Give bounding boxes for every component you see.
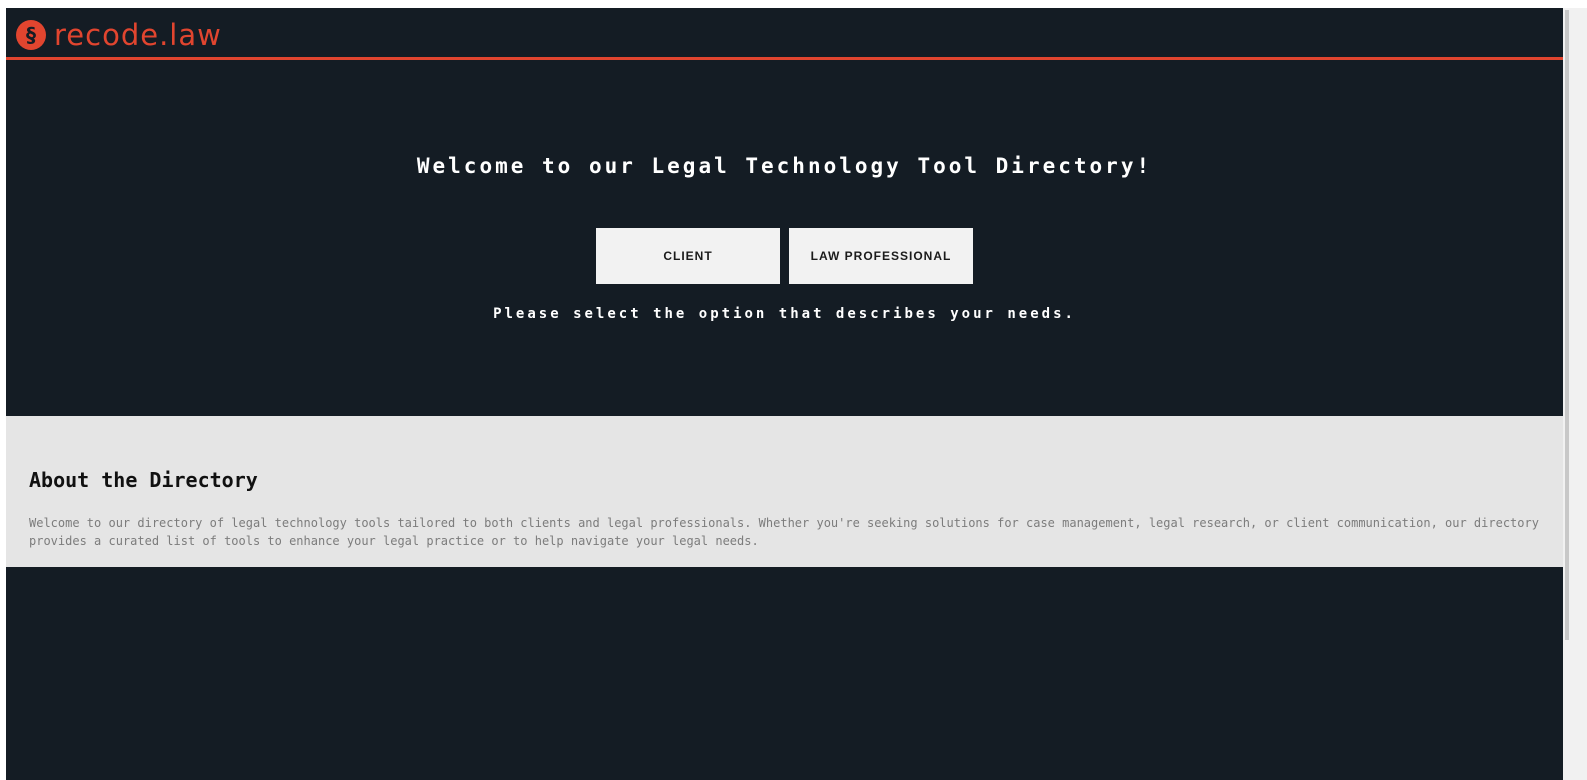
about-section: About the Directory Welcome to our direc… xyxy=(6,416,1563,567)
brand-name: recode.law xyxy=(54,17,222,52)
site-header: § recode.law xyxy=(6,8,1563,58)
about-heading: About the Directory xyxy=(29,468,258,492)
audience-choice-group: CLIENT LAW PROFESSIONAL xyxy=(596,228,976,284)
vertical-scrollbar[interactable] xyxy=(1563,8,1587,780)
page-title: Welcome to our Legal Technology Tool Dir… xyxy=(416,154,1153,178)
site-logo[interactable]: § recode.law xyxy=(16,19,222,51)
law-professional-button[interactable]: LAW PROFESSIONAL xyxy=(789,228,973,284)
about-description: Welcome to our directory of legal techno… xyxy=(29,516,1539,548)
section-sign-icon: § xyxy=(16,20,46,50)
page-footer-area xyxy=(6,567,1563,780)
hero-section: Welcome to our Legal Technology Tool Dir… xyxy=(6,60,1563,416)
scrollbar-thumb[interactable] xyxy=(1565,10,1569,640)
page-viewport: § recode.law Welcome to our Legal Techno… xyxy=(6,8,1563,780)
selection-instructions: Please select the option that describes … xyxy=(493,306,1076,322)
browser-page: § recode.law Welcome to our Legal Techno… xyxy=(0,0,1587,780)
client-button[interactable]: CLIENT xyxy=(596,228,780,284)
